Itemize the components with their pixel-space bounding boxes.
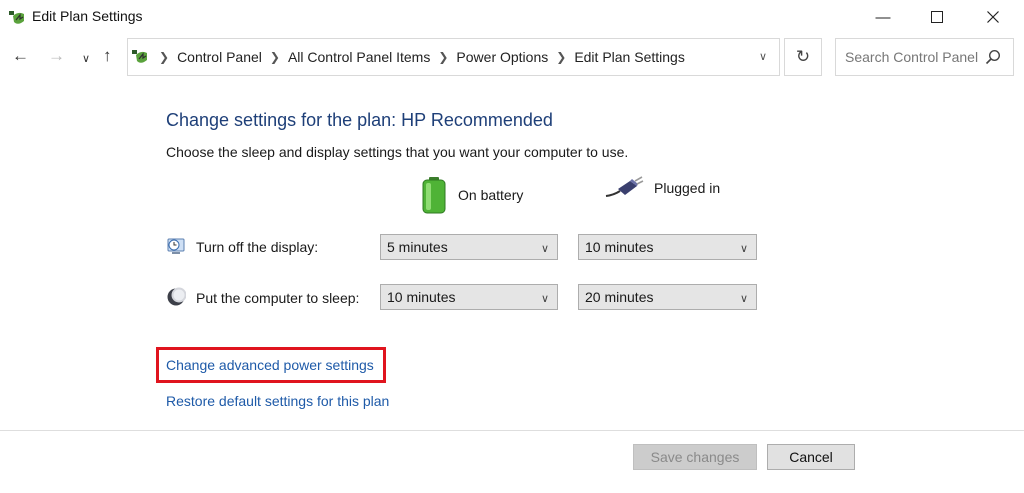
battery-icon (422, 177, 446, 214)
sleep-label: Put the computer to sleep: (196, 290, 360, 306)
column-header-plugged-in: Plugged in (604, 176, 720, 200)
breadcrumb-chevron-icon[interactable]: ❯ (270, 50, 280, 64)
minimize-icon: — (875, 8, 891, 26)
forward-arrow-icon[interactable]: → (48, 46, 65, 66)
change-advanced-power-settings-link[interactable]: Change advanced power settings (166, 357, 374, 373)
power-options-icon (132, 50, 147, 63)
minimize-button[interactable]: — (860, 0, 906, 34)
sleep-on-battery-select[interactable]: 10 minutes ∨ (380, 284, 558, 310)
footer-divider (0, 430, 1024, 431)
display-on-battery-select[interactable]: 5 minutes ∨ (380, 234, 558, 260)
power-plug-icon (605, 176, 644, 197)
search-input[interactable] (845, 49, 985, 65)
title-bar: Edit Plan Settings — (0, 0, 1024, 34)
address-bar[interactable]: ❯ Control Panel ❯ All Control Panel Item… (127, 38, 780, 76)
sleep-on-battery-value: 10 minutes (387, 289, 456, 305)
address-dropdown-chevron-icon[interactable]: ∨ (759, 50, 767, 63)
save-changes-button[interactable]: Save changes (633, 444, 757, 470)
sleep-plugged-in-value: 20 minutes (585, 289, 654, 305)
chevron-down-icon: ∨ (540, 293, 549, 305)
up-arrow-icon[interactable]: ↑ (103, 46, 112, 66)
close-icon (987, 11, 999, 23)
cancel-button[interactable]: Cancel (767, 444, 855, 470)
window-title: Edit Plan Settings (32, 8, 143, 24)
chevron-down-icon: ∨ (540, 243, 549, 255)
chevron-down-icon: ∨ (739, 293, 748, 305)
breadcrumb-chevron-icon[interactable]: ❯ (159, 50, 169, 64)
breadcrumb-edit-plan-settings[interactable]: Edit Plan Settings (574, 49, 685, 65)
breadcrumb-control-panel[interactable]: Control Panel (177, 49, 262, 65)
page-title: Change settings for the plan: HP Recomme… (166, 110, 553, 130)
display-on-battery-value: 5 minutes (387, 239, 448, 255)
display-clock-icon (167, 238, 185, 254)
recent-locations-chevron-icon[interactable]: ∨ (82, 52, 90, 65)
page-description: Choose the sleep and display settings th… (166, 144, 629, 160)
column-label-on-battery: On battery (458, 187, 524, 203)
display-plugged-in-value: 10 minutes (585, 239, 654, 255)
turn-off-display-label: Turn off the display: (196, 239, 319, 255)
maximize-icon (931, 11, 943, 23)
search-icon[interactable] (985, 49, 1001, 65)
refresh-icon: ↻ (795, 47, 811, 66)
close-button[interactable] (970, 0, 1016, 34)
power-options-icon (9, 11, 24, 24)
navigation-bar: ← → ∨ ↑ ❯ Control Panel ❯ All Control Pa… (0, 38, 1024, 78)
column-label-plugged-in: Plugged in (654, 180, 721, 196)
column-header-on-battery: On battery (420, 176, 523, 214)
maximize-button[interactable] (914, 0, 960, 34)
breadcrumb-chevron-icon[interactable]: ❯ (438, 50, 448, 64)
breadcrumb-chevron-icon[interactable]: ❯ (556, 50, 566, 64)
display-plugged-in-select[interactable]: 10 minutes ∨ (578, 234, 757, 260)
refresh-button[interactable]: ↻ (784, 38, 822, 76)
search-box[interactable] (835, 38, 1014, 76)
back-arrow-icon[interactable]: ← (12, 46, 29, 66)
breadcrumb-all-items[interactable]: All Control Panel Items (288, 49, 430, 65)
chevron-down-icon: ∨ (739, 243, 748, 255)
breadcrumb-power-options[interactable]: Power Options (456, 49, 548, 65)
restore-default-settings-link[interactable]: Restore default settings for this plan (166, 393, 389, 409)
sleep-moon-icon (167, 287, 186, 306)
sleep-plugged-in-select[interactable]: 20 minutes ∨ (578, 284, 757, 310)
